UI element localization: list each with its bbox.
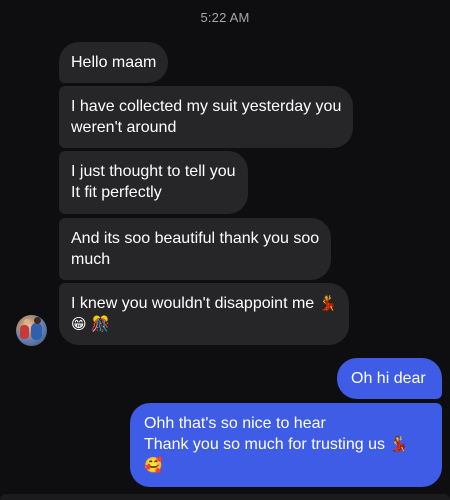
message-text: Ohh that's so nice to hear	[144, 415, 326, 432]
chat-screen: 5:22 AM Hello maam I have collected my s…	[0, 0, 450, 500]
dancer-emoji: 💃	[389, 435, 409, 453]
composer-bar-edge	[0, 494, 450, 500]
message-text: Hello maam	[71, 54, 157, 71]
message-text: And its soo beautiful thank you soo	[71, 230, 320, 247]
message-text: I just thought to tell you	[71, 163, 236, 180]
incoming-message-4[interactable]: And its soo beautiful thank you soo much	[59, 218, 332, 280]
message-timestamp: 5:22 AM	[200, 10, 250, 25]
message-text: It fit perfectly	[71, 184, 162, 201]
message-text: Thank you so much for trusting us	[144, 436, 385, 453]
grinning-emoji: 😁	[71, 315, 87, 333]
smiling-hearts-emoji: 🥰	[144, 456, 163, 474]
message-emoji-line: 😁 🎊	[71, 314, 337, 335]
outgoing-message-2[interactable]: Ohh that's so nice to hear Thank you so …	[130, 403, 442, 487]
outgoing-message-1[interactable]: Oh hi dear	[337, 358, 442, 399]
incoming-message-3[interactable]: I just thought to tell you It fit perfec…	[59, 151, 248, 214]
incoming-message-1[interactable]: Hello maam	[59, 42, 169, 83]
message-text: weren't around	[71, 119, 177, 136]
message-text: I knew you wouldn't disappoint me	[71, 295, 315, 312]
confetti-emoji: 🎊	[91, 315, 110, 333]
incoming-message-5[interactable]: I knew you wouldn't disappoint me 💃 😁 🎊	[59, 283, 350, 345]
message-emoji-line: 🥰	[144, 455, 428, 476]
incoming-message-2[interactable]: I have collected my suit yesterday you w…	[59, 86, 354, 148]
message-text-line: I knew you wouldn't disappoint me 💃	[71, 293, 337, 314]
message-text: much	[71, 251, 111, 268]
message-text: I have collected my suit yesterday you	[71, 98, 342, 115]
sender-avatar[interactable]	[16, 315, 47, 346]
dancer-emoji: 💃	[318, 294, 338, 312]
message-text-line: Thank you so much for trusting us 💃	[144, 434, 428, 455]
message-text: Oh hi dear	[351, 370, 426, 387]
